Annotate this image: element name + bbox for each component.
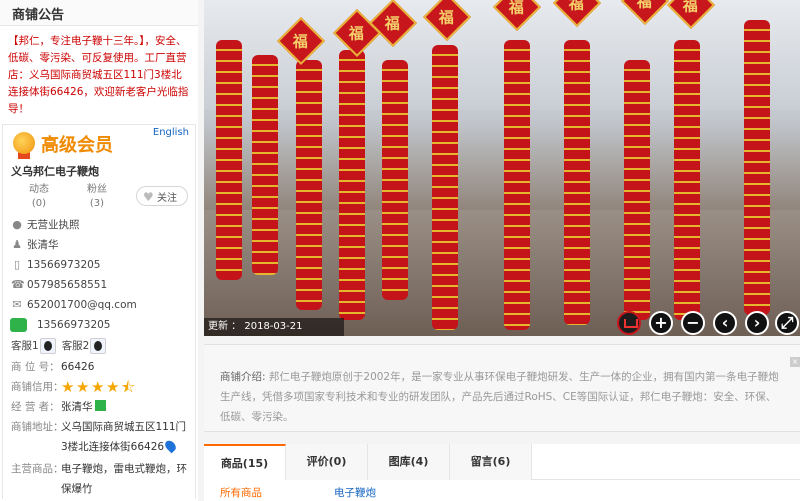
license-text: 无营业执照 — [27, 219, 80, 231]
star-icon: ★ — [106, 378, 120, 396]
tab-gallery[interactable]: 图库(4) — [368, 444, 450, 480]
star-icon: ★ — [61, 378, 75, 396]
all-products-link[interactable]: 所有商品 — [220, 485, 262, 500]
kefu1-label: 客服1 — [11, 340, 39, 352]
shop-name[interactable]: 义乌邦仁电子鞭炮 — [3, 163, 195, 179]
phone-icon: ☎ — [11, 278, 25, 291]
wechat-id: 13566973205 — [37, 319, 111, 331]
user-icon: ♟ — [12, 238, 22, 251]
update-bar: 更新 ： 2018-03-21 — [204, 318, 344, 336]
contact-name: 张清华 — [27, 239, 59, 251]
firecracker-string — [252, 55, 278, 275]
firecracker-string — [216, 40, 242, 280]
credit-stars: ★ ★ ★ ★ ⯪ — [61, 379, 136, 399]
star-icon: ★ — [76, 378, 90, 396]
license-row: ● 无营业执照 — [3, 215, 195, 235]
booth-number: 66426 — [61, 361, 95, 373]
update-date: 2018-03-21 — [244, 321, 303, 332]
firecracker-string — [504, 40, 530, 330]
stat-dynamic[interactable]: 动态 (0) — [19, 183, 59, 211]
main-goods-row: 主营商品： 电子鞭炮，雷电式鞭炮，环保爆竹 — [3, 459, 195, 499]
email-row: ✉ 652001700@qq.com — [3, 295, 195, 315]
close-icon[interactable]: × — [790, 357, 800, 367]
kefu2-label: 客服2 — [61, 340, 90, 352]
follow-label: 关注 — [157, 193, 177, 204]
phone-row: ☎ 057985658551 — [3, 275, 195, 295]
email-address[interactable]: 652001700@qq.com — [27, 299, 137, 311]
prev-icon[interactable]: ‹ — [713, 311, 737, 335]
stat-dynamic-label: 动态 — [29, 184, 49, 195]
booth-row: 商 位 号： 66426 — [3, 357, 195, 377]
cart-icon[interactable] — [617, 311, 641, 335]
mobile-number: 13566973205 — [27, 259, 101, 271]
zoom-in-icon[interactable]: + — [649, 311, 673, 335]
goods-label: 主营商品： — [11, 463, 64, 475]
operator-label: 经 营 者： — [11, 401, 60, 413]
customer-service-row: 客服1 客服2 — [3, 335, 195, 357]
member-level: 高级会员 — [41, 135, 113, 156]
stat-fans-label: 粉丝 — [87, 184, 107, 195]
booth-label: 商 位 号： — [11, 361, 60, 373]
firecracker-string — [744, 20, 770, 315]
stat-dynamic-value: (0) — [31, 198, 47, 209]
follow-button[interactable]: ♥ 关注 — [136, 186, 188, 206]
map-pin-icon[interactable] — [163, 438, 179, 454]
credit-row: 商铺信用： ★ ★ ★ ★ ⯪ — [3, 377, 195, 397]
verified-icon — [94, 400, 106, 411]
star-icon: ★ — [91, 378, 105, 396]
firecracker-string — [296, 60, 322, 310]
tab-products[interactable]: 商品(15) — [204, 444, 286, 480]
notice-body: 【邦仁，专注电子鞭十三年。】，安全、低碳、零污染、可反复使用。工厂直营店：义乌国… — [8, 35, 189, 115]
intro-heading: 商铺介绍: — [220, 371, 266, 383]
firecracker-string — [339, 50, 365, 320]
operator-value: 张清华 — [61, 397, 106, 417]
phone-number: 057985658551 — [27, 279, 108, 291]
shop-card: 高级会员 English 义乌邦仁电子鞭炮 动态 (0) 粉丝 (3) ♥ 关注 — [2, 124, 196, 499]
operator-row: 经 营 者： 张清华 — [3, 397, 195, 417]
qq-icon[interactable] — [90, 338, 107, 354]
update-label: 更新 ： — [208, 321, 242, 332]
address-row: 商铺地址： 义乌国际商贸城五区111门3楼北连接体街66426 — [3, 417, 195, 459]
mobile-icon: ▯ — [13, 258, 21, 271]
contact-row: ♟ 张清华 — [3, 235, 195, 255]
category-link[interactable]: 电子鞭炮 — [334, 485, 376, 500]
stat-fans-value: (3) — [89, 198, 105, 209]
firecracker-string — [564, 40, 590, 325]
shop-photo[interactable]: 福 福 福 福 福 福 福 福 更新 ： 2018-03-21 — [204, 0, 800, 336]
wechat-icon — [10, 318, 27, 332]
stat-fans[interactable]: 粉丝 (3) — [77, 183, 117, 211]
heart-icon: ♥ — [143, 190, 154, 204]
credit-label: 商铺信用： — [11, 381, 64, 393]
firecracker-string — [432, 45, 458, 330]
tab-messages[interactable]: 留言(6) — [450, 444, 532, 480]
notice-title: 商铺公告 — [0, 0, 198, 26]
shop-stats: 动态 (0) 粉丝 (3) ♥ 关注 — [3, 179, 195, 215]
english-link[interactable]: English — [153, 127, 189, 138]
firecracker-string — [624, 60, 650, 320]
shop-sidebar: 商铺公告 【邦仁，专注电子鞭十三年。】，安全、低碳、零污染、可反复使用。工厂直营… — [0, 0, 198, 501]
shop-page: 商铺公告 【邦仁，专注电子鞭十三年。】，安全、低碳、零污染、可反复使用。工厂直营… — [0, 0, 800, 501]
goods-text: 电子鞭炮，雷电式鞭炮，环保爆竹 — [61, 463, 187, 495]
intro-text: 邦仁电子鞭炮原创于2002年，是一家专业从事环保电子鞭炮研发、生产一体的企业，拥… — [220, 371, 779, 423]
zoom-out-icon[interactable]: − — [681, 311, 705, 335]
operator-name: 张清华 — [61, 401, 93, 413]
wechat-row: 13566973205 — [3, 315, 195, 335]
firecracker-string — [382, 60, 408, 300]
firecracker-string — [674, 40, 700, 320]
qq-icon[interactable] — [39, 338, 56, 354]
product-subnav: 所有商品 电子鞭炮 — [204, 480, 800, 501]
tab-reviews[interactable]: 评价(0) — [286, 444, 368, 480]
address-label: 商铺地址： — [11, 421, 64, 433]
shop-intro: 商铺介绍: 邦仁电子鞭炮原创于2002年，是一家专业从事环保电子鞭炮研发、生产一… — [204, 344, 800, 432]
shop-tabs: 商品(15) 评价(0) 图库(4) 留言(6) — [204, 444, 800, 480]
medal-icon — [13, 132, 35, 159]
email-icon: ✉ — [12, 298, 22, 311]
half-star-icon: ⯪ — [121, 378, 136, 396]
license-icon: ● — [12, 218, 22, 231]
mobile-row: ▯ 13566973205 — [3, 255, 195, 275]
fullscreen-icon[interactable]: ⤢ — [775, 311, 799, 335]
next-icon[interactable]: › — [745, 311, 769, 335]
address-value: 义乌国际商贸城五区111门3楼北连接体街66426 — [61, 417, 191, 457]
